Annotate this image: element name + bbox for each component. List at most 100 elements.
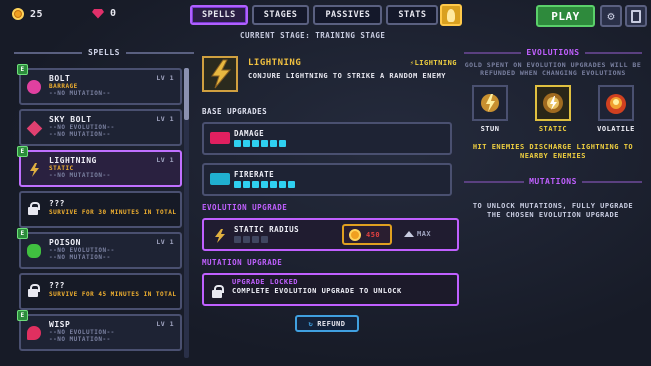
evolution-stun[interactable]: STUN [470,85,510,133]
evolutions-panel: EVOLUTIONS GOLD SPENT ON EVOLUTION UPGRA… [464,48,643,220]
spell-name: ??? [49,199,65,208]
tab-spells[interactable]: SPELLS [190,5,248,25]
wisp-icon [27,326,41,340]
locked-title: UPGRADE LOCKED [232,278,299,286]
spell-item-locked[interactable]: ??? SURVIVE FOR 45 MINUTES IN TOTAL [19,273,182,310]
lock-icon [28,202,40,215]
top-bar: 25 0 SPELLS STAGES PASSIVES STATS PLAY ⚙ [0,0,651,30]
settings-button[interactable]: ⚙ [600,5,622,27]
unlock-requirement: SURVIVE FOR 30 MINUTES IN TOTAL [49,209,177,216]
tab-stats[interactable]: STATS [386,5,439,25]
spell-evolution: BARRAGE [49,83,78,90]
volatile-icon [598,85,634,121]
base-upgrades-label: BASE UPGRADES [202,107,268,116]
evolved-badge: E [17,310,28,321]
poison-icon [27,244,41,258]
level-pip [234,140,241,147]
mutation-upgrade-label: MUTATION UPGRADE [202,258,283,267]
static-icon [535,85,571,121]
unlock-requirement: SURVIVE FOR 45 MINUTES IN TOTAL [49,291,177,298]
coin-count: 25 [30,8,44,20]
sky-bolt-icon [26,120,43,137]
firerate-upgrade[interactable]: FIRERATE [202,163,452,196]
divider [464,51,522,54]
refund-button[interactable]: ↻ REFUND [295,315,359,332]
evolutions-title: EVOLUTIONS [526,48,580,57]
spell-item-sky-bolt[interactable]: SKY BOLT LV 1 --NO EVOLUTION-- --NO MUTA… [19,109,182,146]
buy-upgrade-button[interactable]: 450 [342,224,392,245]
spell-name: POISON [49,238,81,247]
mutations-header: MUTATIONS [464,177,643,186]
evolution-label: STATIC [538,125,568,133]
spell-name: BOLT [49,74,71,83]
spell-item-poison[interactable]: E POISON LV 1 --NO EVOLUTION-- --NO MUTA… [17,228,182,269]
mutations-title: MUTATIONS [529,177,577,186]
locked-description: COMPLETE EVOLUTION UPGRADE TO UNLOCK [232,287,402,295]
achievements-button[interactable] [440,4,462,26]
play-button[interactable]: PLAY [536,5,595,27]
spell-title: LIGHTNING [248,58,302,68]
static-icon [212,228,228,243]
spell-name: ??? [49,281,65,290]
scroll-thumb[interactable] [184,68,189,120]
damage-upgrade[interactable]: DAMAGE [202,122,452,155]
spell-level: LV 1 [156,74,174,82]
lock-icon [28,284,40,297]
level-pip [252,236,259,243]
spell-name: WISP [49,320,71,329]
level-pip [279,181,286,188]
codex-button[interactable] [625,5,647,27]
level-pip [270,181,277,188]
spell-level: LV 1 [156,320,174,328]
level-pip [288,181,295,188]
lightning-icon [202,56,238,92]
evolutions-header: EVOLUTIONS [464,48,643,57]
refund-icon: ↻ [308,319,314,328]
upgrade-name: DAMAGE [234,129,265,138]
evolution-volatile[interactable]: VOLATILE [596,85,636,133]
arrow-up-icon [404,231,414,237]
spell-name: LIGHTNING [49,156,97,165]
evolution-static[interactable]: STATIC [533,85,573,133]
spell-mutation: --NO MUTATION-- [49,131,111,138]
spell-name: SKY BOLT [49,115,92,124]
spell-mutation: --NO MUTATION-- [49,336,111,343]
spell-evolution: --NO EVOLUTION-- [49,247,115,254]
lock-icon [212,285,224,298]
bolt-icon [27,80,41,94]
divider [584,51,643,54]
tab-stages[interactable]: STAGES [251,5,310,25]
level-pip [234,181,241,188]
level-pip [261,236,268,243]
spell-type-tag: ⚡LIGHTNING [409,59,457,67]
spell-item-lightning[interactable]: E LIGHTNING LV 1 STATIC --NO MUTATION-- [17,146,182,187]
main-tabs: SPELLS STAGES PASSIVES STATS [190,5,439,25]
spell-item-bolt[interactable]: E BOLT LV 1 BARRAGE --NO MUTATION-- [17,64,182,105]
spell-item-locked[interactable]: ??? SURVIVE FOR 30 MINUTES IN TOTAL [19,191,182,228]
level-pip [252,140,259,147]
level-pip [270,140,277,147]
coin-icon [12,8,24,20]
spell-evolution: --NO EVOLUTION-- [49,124,115,131]
current-stage-label: CURRENT STAGE: TRAINING STAGE [240,31,386,40]
max-label: MAX [417,230,432,238]
gem-icon [92,8,104,19]
evolved-badge: E [17,64,28,75]
spells-panel-title: SPELLS [88,48,120,57]
spell-description: CONJURE LIGHTNING TO STRIKE A RANDOM ENE… [248,72,447,80]
max-upgrade-button[interactable]: MAX [404,230,431,238]
static-radius-level-pips [234,236,268,243]
tab-passives[interactable]: PASSIVES [313,5,383,25]
evolution-options: STUN STATIC VOLATILE [464,85,642,133]
gem-count: 0 [110,8,117,19]
evolution-label: STUN [480,125,500,133]
upgrade-cost: 450 [366,230,381,239]
mutation-upgrade-locked: UPGRADE LOCKED COMPLETE EVOLUTION UPGRAD… [202,273,459,306]
stun-icon [472,85,508,121]
gear-icon: ⚙ [607,9,615,23]
spell-item-wisp[interactable]: E WISP LV 1 --NO EVOLUTION-- --NO MUTATI… [17,310,182,351]
lightning-icon [27,162,41,177]
level-pip [252,181,259,188]
level-pip [243,181,250,188]
level-pip [261,140,268,147]
